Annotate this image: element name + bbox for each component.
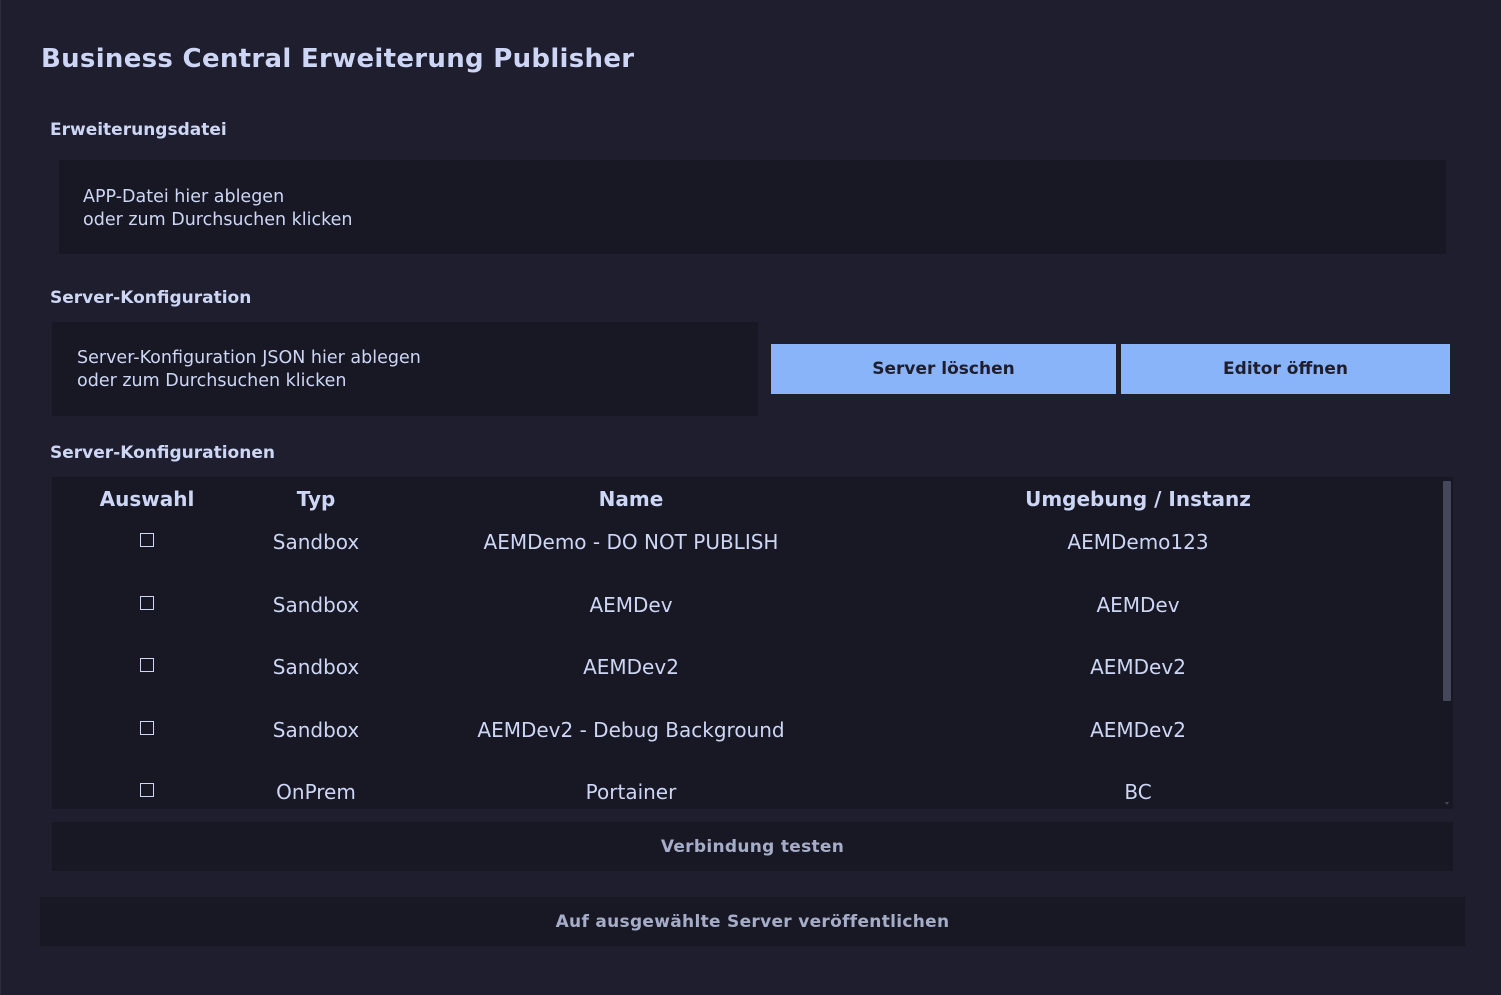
row-checkbox[interactable]	[140, 658, 154, 672]
row-checkbox[interactable]	[140, 533, 154, 547]
app-window: Business Central Erweiterung Publisher E…	[0, 0, 1501, 995]
dropzone-line-2: oder zum Durchsuchen klicken	[77, 371, 347, 391]
scrollbar-thumb[interactable]	[1443, 481, 1451, 701]
row-environment: AEMDev2	[1090, 718, 1186, 742]
row-environment: BC	[1124, 780, 1152, 804]
row-type: OnPrem	[276, 780, 356, 804]
delete-server-button[interactable]: Server löschen	[771, 344, 1116, 394]
row-name: AEMDev2	[583, 655, 679, 679]
row-type: Sandbox	[272, 655, 360, 679]
row-environment: AEMDev2	[1090, 655, 1186, 679]
row-type: Sandbox	[272, 593, 360, 617]
row-type: Sandbox	[272, 530, 360, 554]
row-type: Sandbox	[272, 718, 360, 742]
publish-button[interactable]: Auf ausgewählte Server veröffentlichen	[40, 897, 1465, 946]
row-checkbox[interactable]	[140, 783, 154, 797]
column-header-select[interactable]: Auswahl	[100, 487, 195, 511]
row-checkbox[interactable]	[140, 721, 154, 735]
dropzone-line-1: APP-Datei hier ablegen	[83, 187, 285, 207]
dropzone-line-1: Server-Konfiguration JSON hier ablegen	[77, 348, 421, 368]
table-row[interactable]: Sandbox AEMDev2 AEMDev2	[52, 655, 1442, 717]
row-name: AEMDev	[589, 593, 673, 617]
page-title: Business Central Erweiterung Publisher	[41, 44, 635, 74]
extension-file-label: Erweiterungsdatei	[50, 120, 227, 140]
server-config-label: Server-Konfiguration	[50, 288, 252, 308]
app-file-dropzone[interactable]: APP-Datei hier ablegen oder zum Durchsuc…	[59, 160, 1446, 254]
row-checkbox[interactable]	[140, 596, 154, 610]
table-row[interactable]: Sandbox AEMDemo - DO NOT PUBLISH AEMDemo…	[52, 530, 1442, 592]
column-header-name[interactable]: Name	[599, 487, 664, 511]
row-environment: AEMDemo123	[1067, 530, 1209, 554]
column-header-type[interactable]: Typ	[297, 487, 336, 511]
server-table: Auswahl Typ Name Umgebung / Instanz Sand…	[52, 477, 1453, 809]
column-header-environment[interactable]: Umgebung / Instanz	[1025, 487, 1251, 511]
server-config-dropzone[interactable]: Server-Konfiguration JSON hier ablegen o…	[52, 322, 758, 416]
open-editor-button[interactable]: Editor öffnen	[1121, 344, 1450, 394]
table-row[interactable]: Sandbox AEMDev2 - Debug Background AEMDe…	[52, 718, 1442, 780]
table-row[interactable]: Sandbox AEMDev AEMDev	[52, 593, 1442, 655]
row-environment: AEMDev	[1096, 593, 1180, 617]
scroll-down-icon[interactable]	[1445, 802, 1449, 805]
server-configs-label: Server-Konfigurationen	[50, 443, 275, 463]
row-name: AEMDev2 - Debug Background	[477, 718, 785, 742]
dropzone-line-2: oder zum Durchsuchen klicken	[83, 210, 353, 230]
table-row[interactable]: OnPrem Portainer BC	[52, 780, 1442, 809]
test-connection-button[interactable]: Verbindung testen	[52, 822, 1453, 871]
row-name: AEMDemo - DO NOT PUBLISH	[483, 530, 779, 554]
table-scrollbar[interactable]	[1443, 481, 1451, 805]
row-name: Portainer	[585, 780, 677, 804]
